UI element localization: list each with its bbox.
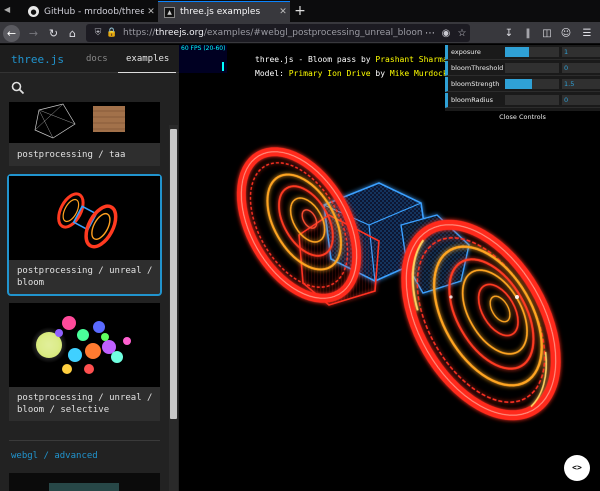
back-button[interactable]: ← [3, 25, 20, 42]
example-card-advanced[interactable] [9, 473, 160, 491]
example-card-label: postprocessing / taa [17, 150, 126, 160]
address-bar[interactable]: ⛨ 🔒 https://threejs.org/examples/#webgl_… [86, 24, 470, 42]
example-card-unreal-bloom-selective[interactable]: postprocessing / unreal / bloom / select… [9, 303, 160, 421]
example-card-label: postprocessing / unreal / bloom / select… [17, 393, 153, 415]
section-divider [9, 440, 160, 441]
example-card-unreal-bloom[interactable]: postprocessing / unreal / bloom [7, 174, 162, 296]
control-label: bloomStrength [451, 80, 500, 88]
control-label: bloomRadius [451, 96, 494, 104]
pocket-icon[interactable]: ◉ [438, 28, 454, 39]
scene-info: three.js - Bloom pass by Prashant Sharma… [255, 53, 448, 81]
control-label: bloomThreshold [451, 64, 504, 72]
examples-sidebar: three.js docs examples postprocessing / … [0, 45, 179, 491]
bloom-radius-slider[interactable] [505, 95, 559, 105]
tab-threejs-examples[interactable]: ▲ three.js examples ✕ [158, 1, 290, 22]
control-label: exposure [451, 48, 481, 56]
threejs-logo[interactable]: three.js [11, 53, 64, 66]
reload-button[interactable]: ↻ [45, 25, 62, 42]
bloom-threshold-input[interactable]: 0 [562, 63, 600, 73]
threejs-link[interactable]: three.js [255, 55, 294, 64]
view-source-button[interactable]: <> [564, 455, 590, 481]
bloom-strength-input[interactable]: 1.5 [562, 79, 600, 89]
info-line-1: three.js - Bloom pass by Prashant Sharma [255, 55, 448, 64]
nav-docs-link[interactable]: docs [86, 54, 108, 64]
close-controls-button[interactable]: Close Controls [445, 111, 600, 123]
example-thumbnail [9, 303, 160, 387]
model-link[interactable]: Primary Ion Drive [289, 69, 371, 78]
section-heading: webgl / advanced [11, 451, 98, 461]
navigation-toolbar: ← → ↻ ⌂ ⛨ 🔒 https://threejs.org/examples… [0, 22, 600, 44]
info-line-2: Model: Primary Ion Drive by Mike Murdock [255, 69, 448, 78]
webgl-canvas[interactable]: 60 FPS (20-60) three.js - Bloom pass by … [179, 45, 600, 491]
github-icon: ● [28, 6, 39, 17]
threejs-icon: ▲ [164, 6, 175, 18]
tab-title: three.js examples [180, 7, 261, 17]
nav-examples-link[interactable]: examples [126, 54, 169, 64]
tab-title: GitHub - mrdoob/three.js: Jav [44, 6, 144, 17]
sidebar-toggle-icon[interactable]: ◫ [538, 25, 556, 42]
example-thumbnail [9, 473, 160, 491]
example-card-label: postprocessing / unreal / bloom [17, 266, 153, 288]
search-icon[interactable] [11, 81, 25, 95]
download-icon[interactable]: ↧ [500, 25, 518, 42]
fps-readout: 60 FPS (20-60) [181, 45, 226, 52]
controls-panel: exposure 1 bloomThreshold 0 bloomStrengt… [445, 45, 600, 123]
close-tab-icon[interactable]: ✕ [144, 7, 158, 17]
lock-icon[interactable]: 🔒 [105, 28, 119, 38]
browser-window: ◀ ● GitHub - mrdoob/three.js: Jav ✕ ▲ th… [0, 0, 600, 491]
example-thumbnail [9, 102, 160, 143]
home-button[interactable]: ⌂ [64, 25, 81, 42]
shield-icon[interactable]: ⛨ [91, 28, 105, 38]
bookmark-star-icon[interactable]: ☆ [454, 28, 470, 39]
bloom-strength-slider[interactable] [505, 79, 559, 89]
url-text[interactable]: https://threejs.org/examples/#webgl_post… [123, 28, 422, 38]
sidebar-scrollbar-thumb[interactable] [170, 129, 177, 419]
exposure-input[interactable]: 1 [562, 47, 600, 57]
control-exposure: exposure 1 [445, 45, 600, 60]
control-bloom-strength: bloomStrength 1.5 [445, 77, 600, 92]
control-bloom-radius: bloomRadius 0 [445, 93, 600, 108]
account-icon[interactable]: ☺ [557, 25, 575, 42]
bloom-threshold-slider[interactable] [505, 63, 559, 73]
tab-github[interactable]: ● GitHub - mrdoob/three.js: Jav ✕ [22, 1, 158, 22]
bloom-radius-input[interactable]: 0 [562, 95, 600, 105]
sidebar-header: three.js docs examples [0, 45, 179, 73]
control-bloom-threshold: bloomThreshold 0 [445, 61, 600, 76]
author-link[interactable]: Prashant Sharma [375, 55, 447, 64]
menu-icon[interactable]: ☰ [578, 25, 596, 42]
more-actions-icon[interactable]: ⋯ [422, 28, 438, 39]
example-thumbnail [9, 176, 160, 260]
close-tab-icon[interactable]: ✕ [276, 7, 290, 17]
tab-list-icon[interactable]: ◀ [4, 5, 16, 14]
search-bar[interactable] [0, 74, 179, 102]
fps-stats-panel[interactable]: 60 FPS (20-60) [179, 45, 227, 73]
active-nav-underline [118, 72, 176, 73]
library-icon[interactable]: ‖ [519, 25, 537, 42]
fps-graph [181, 53, 225, 71]
tab-bar: ◀ ● GitHub - mrdoob/three.js: Jav ✕ ▲ th… [0, 0, 600, 22]
model-author-link[interactable]: Mike Murdock [390, 69, 448, 78]
forward-button[interactable]: → [25, 25, 42, 42]
example-card-taa[interactable]: postprocessing / taa [9, 102, 160, 166]
exposure-slider[interactable] [505, 47, 559, 57]
new-tab-button[interactable]: + [292, 3, 308, 19]
